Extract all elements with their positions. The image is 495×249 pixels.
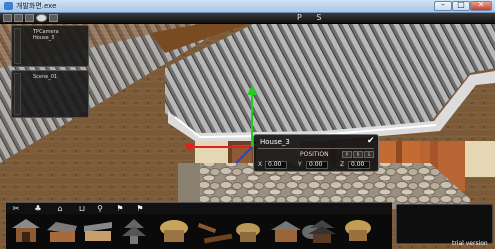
asset-item-pagoda[interactable] xyxy=(118,216,150,247)
position-mode-button[interactable]: P xyxy=(342,151,352,158)
x-field[interactable]: 0.00 xyxy=(265,161,287,169)
menu-icon[interactable] xyxy=(3,14,12,22)
scissors-icon[interactable]: ✂ xyxy=(10,204,22,213)
close-button[interactable]: ✕ xyxy=(470,0,492,11)
save-icon[interactable] xyxy=(14,14,23,22)
app-icon xyxy=(4,2,13,10)
asset-item-straw-house[interactable] xyxy=(158,216,190,247)
asset-item-palace[interactable] xyxy=(306,216,338,247)
section-title: POSITION xyxy=(300,151,329,158)
property-panel: House_3 ✔ POSITION P R S X 0.00 Y 0.00 Z… xyxy=(253,134,379,172)
window-title: 개발화면.exe xyxy=(16,2,57,10)
main-toolbar: P S xyxy=(0,13,495,24)
object-name: House_3 xyxy=(260,138,290,146)
x-label: X xyxy=(258,161,263,168)
asset-palette xyxy=(6,214,392,249)
title-bar: 개발화면.exe – □ ✕ xyxy=(0,0,495,13)
panel-label-line1: Scene_01 xyxy=(33,74,58,80)
open-icon[interactable] xyxy=(25,14,34,22)
y-field[interactable]: 0.00 xyxy=(306,161,328,169)
check-icon[interactable]: ✔ xyxy=(367,136,375,146)
camera-panel[interactable]: TPCamera House_3 xyxy=(11,25,89,67)
trial-version-label: trial version xyxy=(452,240,488,247)
asset-item-straw-hut[interactable] xyxy=(232,216,264,247)
maximize-icon: □ xyxy=(457,0,465,9)
divider xyxy=(258,148,374,149)
asset-item-hanok-wall[interactable] xyxy=(82,216,114,247)
close-icon: ✕ xyxy=(477,0,485,9)
flag-icon[interactable]: ⚑ xyxy=(114,204,126,213)
scale-mode-button[interactable]: S xyxy=(364,151,374,158)
preview-panel xyxy=(396,204,493,244)
panel-label-line2: House_3 xyxy=(33,35,55,41)
asset-item-plank[interactable] xyxy=(202,216,234,247)
panel-scroll-handle[interactable] xyxy=(14,28,21,64)
cart-icon[interactable]: ⊔ xyxy=(76,204,88,213)
category-bar: ✂ ♣ ⌂ ⊔ ⚲ ⚑ ⚑ xyxy=(6,202,392,214)
z-field[interactable]: 0.00 xyxy=(348,161,370,169)
z-label: Z xyxy=(340,161,345,168)
panel-scroll-handle[interactable] xyxy=(14,73,21,115)
minimize-icon: – xyxy=(441,0,445,9)
tree-icon[interactable]: ♣ xyxy=(32,204,44,213)
play-icon[interactable] xyxy=(36,14,47,22)
transform-mode-label[interactable]: P S xyxy=(297,13,327,22)
asset-item-long-hanok[interactable] xyxy=(46,216,78,247)
pin-icon[interactable]: ⚲ xyxy=(94,204,106,213)
flag-icon[interactable]: ⚑ xyxy=(134,204,146,213)
maximize-button[interactable]: □ xyxy=(452,0,470,11)
house-icon[interactable]: ⌂ xyxy=(54,204,66,213)
scene-panel[interactable]: Scene_01 xyxy=(11,70,89,118)
settings-icon[interactable] xyxy=(49,14,58,22)
asset-item-straw-house-2[interactable] xyxy=(342,216,374,247)
minimize-button[interactable]: – xyxy=(434,0,452,11)
y-label: Y xyxy=(298,161,302,168)
asset-item-hanok-gate[interactable] xyxy=(10,216,42,247)
rotation-mode-button[interactable]: R xyxy=(353,151,363,158)
